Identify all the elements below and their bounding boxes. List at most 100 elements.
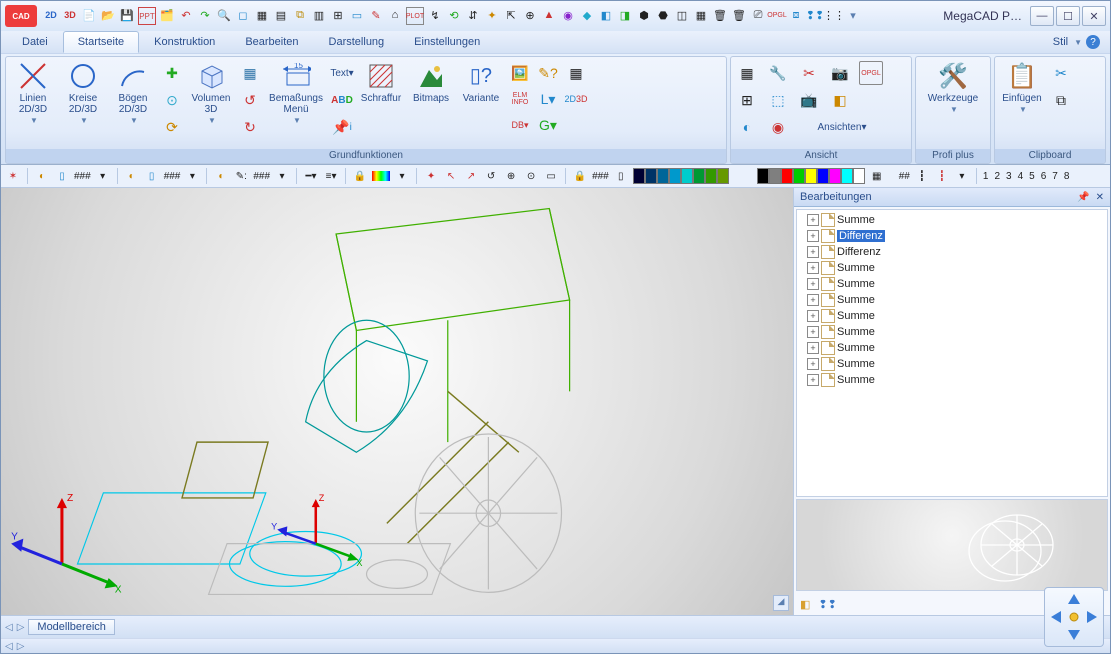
ribbon-icon[interactable]: 🔧 — [766, 61, 790, 85]
qat-icon[interactable]: ⊞ — [330, 7, 346, 23]
ribbon-icon[interactable]: ✚ — [160, 61, 184, 85]
tb-icon[interactable]: ✶ — [5, 168, 21, 184]
color-swatch[interactable] — [781, 168, 793, 184]
ppt-icon[interactable]: PPT — [138, 7, 156, 25]
ribbon-icon[interactable]: ◧ — [828, 88, 852, 112]
qat-icon[interactable]: ▤ — [273, 7, 289, 23]
tree-item[interactable]: +Summe — [799, 260, 1105, 276]
qat-icon[interactable]: ◉ — [560, 7, 576, 23]
tree-item[interactable]: +Summe — [799, 340, 1105, 356]
tb-icon[interactable]: ▭ — [543, 168, 559, 184]
qat-icon[interactable]: ⇵ — [465, 7, 481, 23]
werkzeuge-button[interactable]: 🛠️Werkzeuge▼ — [923, 59, 983, 115]
new-file-icon[interactable]: 📄 — [81, 7, 97, 23]
layer-number[interactable]: 1 — [983, 171, 989, 182]
qat-icon[interactable]: ◆ — [579, 7, 595, 23]
qat-icon[interactable]: ▥ — [311, 7, 327, 23]
color-swatch[interactable] — [769, 168, 781, 184]
layer-number[interactable]: 5 — [1029, 171, 1035, 182]
schraffur-button[interactable]: Schraffur — [358, 59, 404, 104]
variante-button[interactable]: ▯?Variante — [458, 59, 504, 104]
ribbon-icon[interactable]: ⬚ — [766, 88, 790, 112]
pin-icon[interactable]: 📌 — [1077, 192, 1089, 203]
qat-icon[interactable]: ◨ — [617, 7, 633, 23]
pin-icon[interactable]: 📌i — [330, 115, 354, 139]
cube-tab-icon[interactable]: ◧ — [800, 598, 810, 611]
ribbon-icon[interactable] — [859, 88, 883, 112]
palette-2[interactable] — [757, 168, 865, 184]
menu-datei[interactable]: Datei — [7, 31, 63, 53]
tb-icon[interactable]: ◐ — [124, 168, 140, 184]
zoom-icon[interactable]: 🔍 — [216, 7, 232, 23]
help-icon[interactable]: ? — [1086, 35, 1100, 49]
ribbon-icon[interactable]: ↺ — [238, 88, 262, 112]
qat-icon[interactable]: ◫ — [674, 7, 690, 23]
lock-icon[interactable]: 🔒 — [352, 168, 368, 184]
color-swatch[interactable] — [805, 168, 817, 184]
cut-icon[interactable]: ✂ — [1049, 61, 1073, 85]
tb-icon[interactable]: ↺ — [483, 168, 499, 184]
pencil-icon[interactable]: ✎: — [233, 168, 249, 184]
tb-icon[interactable]: ◐ — [213, 168, 229, 184]
menu-startseite[interactable]: Startseite — [63, 31, 139, 53]
qat-icon[interactable]: ✎ — [368, 7, 384, 23]
color-swatch[interactable] — [853, 168, 865, 184]
qat-icon[interactable]: ⬢ — [636, 7, 652, 23]
minimize-button[interactable]: — — [1030, 6, 1054, 26]
expand-icon[interactable]: + — [807, 326, 819, 338]
qat-icon[interactable]: ▦ — [693, 7, 709, 23]
tb-icon[interactable]: ◐ — [34, 168, 50, 184]
tb-icon[interactable]: ⊕ — [503, 168, 519, 184]
kreise-button[interactable]: Kreise 2D/3D▼ — [60, 59, 106, 126]
expand-icon[interactable]: + — [807, 374, 819, 386]
qat-icon[interactable]: ▭ — [349, 7, 365, 23]
ribbon-icon[interactable]: ✎? — [536, 61, 560, 85]
color-swatch[interactable] — [657, 168, 669, 184]
expand-icon[interactable]: + — [807, 294, 819, 306]
palette-1[interactable] — [633, 168, 729, 184]
tb-icon[interactable]: ▯ — [613, 168, 629, 184]
trash-icon[interactable]: 🗑 — [712, 7, 728, 23]
nav-left-icon[interactable]: ◁ — [5, 622, 13, 633]
tb-icon[interactable]: ▯ — [144, 168, 160, 184]
expand-icon[interactable]: + — [807, 342, 819, 354]
einfuegen-button[interactable]: 📋Einfügen▼ — [999, 59, 1045, 115]
tree-item[interactable]: +Summe — [799, 356, 1105, 372]
ribbon-icon[interactable]: 2D3D — [564, 87, 588, 111]
expand-icon[interactable]: + — [807, 214, 819, 226]
qat-icon[interactable]: ⧈ — [788, 7, 804, 23]
color-swatch[interactable] — [841, 168, 853, 184]
qat-icon[interactable]: ▦ — [254, 7, 270, 23]
qat-icon[interactable]: ⇱ — [503, 7, 519, 23]
tb-icon[interactable]: ━▾ — [303, 168, 319, 184]
navigation-pad[interactable] — [1044, 587, 1104, 647]
tb-icon[interactable]: ▾ — [274, 168, 290, 184]
color-swatch[interactable] — [645, 168, 657, 184]
tb-icon[interactable]: ▾ — [95, 168, 111, 184]
ribbon-icon[interactable]: ◉ — [766, 115, 790, 139]
ribbon-icon[interactable]: 🖼️ — [508, 61, 532, 85]
color-swatch[interactable] — [757, 168, 769, 184]
tree-item[interactable]: +Summe — [799, 308, 1105, 324]
menu-einstellungen[interactable]: Einstellungen — [399, 31, 495, 53]
ribbon-icon[interactable]: ▦ — [564, 61, 588, 85]
tb-icon[interactable] — [372, 171, 390, 181]
tree-item[interactable]: +Summe — [799, 276, 1105, 292]
tb-icon[interactable]: ▾ — [394, 168, 410, 184]
volumen-button[interactable]: Volumen 3D▼ — [188, 59, 234, 126]
tree-item[interactable]: +Summe — [799, 292, 1105, 308]
redo-icon[interactable]: ↷ — [197, 7, 213, 23]
ribbon-icon[interactable]: ◐ — [735, 115, 759, 139]
expand-icon[interactable]: + — [807, 246, 819, 258]
menu-bearbeiten[interactable]: Bearbeiten — [230, 31, 313, 53]
style-menu[interactable]: Stil▼ ? — [1053, 31, 1104, 53]
camera-icon[interactable]: 📷 — [828, 61, 852, 85]
qat-icon[interactable]: ▲ — [541, 7, 557, 23]
qat-icon[interactable]: ❢❢ — [807, 7, 823, 23]
qat-icon[interactable]: ✦ — [484, 7, 500, 23]
copy-icon[interactable]: ⧉ — [1049, 88, 1073, 112]
tree-item[interactable]: +Differenz — [799, 228, 1105, 244]
layer-number[interactable]: 2 — [994, 171, 1000, 182]
opgl-icon[interactable]: OPGL — [859, 61, 883, 85]
qat-icon[interactable]: 3D — [62, 7, 78, 23]
